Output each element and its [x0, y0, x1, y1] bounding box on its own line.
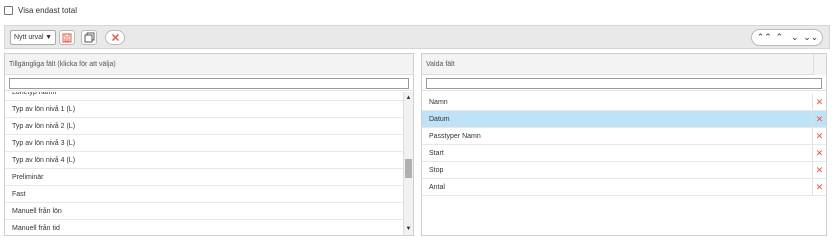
available-filter-row	[5, 75, 413, 91]
list-item-label: Namn	[429, 99, 448, 106]
selection-dropdown-value: Nytt urval	[14, 34, 44, 41]
list-item[interactable]: Lönetyp namn	[5, 92, 403, 101]
list-item[interactable]: Passtyper Namn ✕	[422, 128, 826, 145]
save-button[interactable]	[59, 30, 75, 45]
show-total-checkbox[interactable]	[4, 5, 13, 15]
chevron-up-icon[interactable]: ⌃	[772, 32, 786, 43]
selected-fields-panel: Valda fält Namn ✕ Datum ✕ Passtyper Namn ✕ …	[421, 53, 827, 236]
scroll-down-icon[interactable]: ▼	[404, 225, 413, 233]
list-item[interactable]: Namn ✕	[422, 94, 826, 111]
available-fields-list: Lönetyp namn Typ av lön nivå 1 (L) Typ a…	[5, 92, 403, 235]
list-item[interactable]: Stop ✕	[422, 162, 826, 179]
available-fields-header: Tillgängliga fält (klicka för att välja)	[5, 54, 413, 75]
selected-filter-row	[422, 75, 826, 91]
remove-icon[interactable]: ✕	[812, 128, 826, 144]
remove-icon[interactable]: ✕	[812, 162, 826, 178]
copy-button[interactable]	[81, 30, 97, 45]
double-chevron-down-icon[interactable]: ⌄⌄	[803, 32, 818, 43]
selected-fields-header: Valda fält	[422, 54, 826, 75]
available-scrollbar[interactable]: ▲ ▼	[403, 92, 413, 235]
list-item[interactable]: Manuell från tid	[5, 220, 403, 235]
toolbar: Nytt urval ▼ ⌃⌃ ⌃ ⌄ ⌄⌄	[4, 25, 830, 49]
remove-icon[interactable]: ✕	[812, 145, 826, 161]
remove-icon[interactable]: ✕	[812, 94, 826, 110]
list-item-label: Start	[429, 150, 444, 157]
move-buttons: ⌃⌃ ⌃ ⌄ ⌄⌄	[751, 29, 823, 46]
list-item[interactable]: Datum ✕	[422, 111, 826, 128]
close-icon	[111, 34, 119, 41]
list-item[interactable]: Typ av lön nivå 4 (L)	[5, 152, 403, 169]
list-item[interactable]: Manuell från lön	[5, 203, 403, 220]
show-total-checkbox-row[interactable]: Visa endast total	[4, 4, 77, 16]
copy-icon	[84, 32, 94, 43]
list-item[interactable]: Antal ✕	[422, 179, 826, 196]
list-item-label: Stop	[429, 167, 444, 174]
selected-filter-input[interactable]	[426, 78, 822, 89]
list-item[interactable]: Fast	[5, 186, 403, 203]
save-icon	[62, 33, 72, 42]
list-item[interactable]: Preliminär	[5, 169, 403, 186]
list-item-label: Antal	[429, 184, 445, 191]
double-chevron-up-icon[interactable]: ⌃⌃	[757, 32, 772, 43]
available-filter-input[interactable]	[9, 78, 409, 89]
list-item-label: Passtyper Namn	[429, 133, 481, 140]
remove-icon[interactable]: ✕	[812, 179, 826, 195]
list-item[interactable]: Typ av lön nivå 3 (L)	[5, 135, 403, 152]
show-total-label: Visa endast total	[18, 5, 78, 15]
list-item[interactable]: Typ av lön nivå 1 (L)	[5, 101, 403, 118]
remove-icon[interactable]: ✕	[812, 111, 826, 127]
list-item[interactable]: Typ av lön nivå 2 (L)	[5, 118, 403, 135]
selection-dropdown[interactable]: Nytt urval ▼	[10, 30, 56, 45]
selected-fields-list: Namn ✕ Datum ✕ Passtyper Namn ✕ Start ✕ Stop…	[422, 94, 826, 235]
list-item[interactable]: Start ✕	[422, 145, 826, 162]
list-item-label: Datum	[429, 116, 450, 123]
chevron-down-icon[interactable]: ⌄	[788, 32, 802, 43]
available-fields-panel: Tillgängliga fält (klicka för att välja)…	[4, 53, 414, 236]
scroll-up-icon[interactable]: ▲	[404, 94, 413, 102]
chevron-down-icon: ▼	[45, 34, 52, 41]
clear-button[interactable]	[105, 30, 125, 45]
header-scroll-spacer	[813, 54, 826, 75]
scroll-thumb[interactable]	[405, 159, 412, 178]
